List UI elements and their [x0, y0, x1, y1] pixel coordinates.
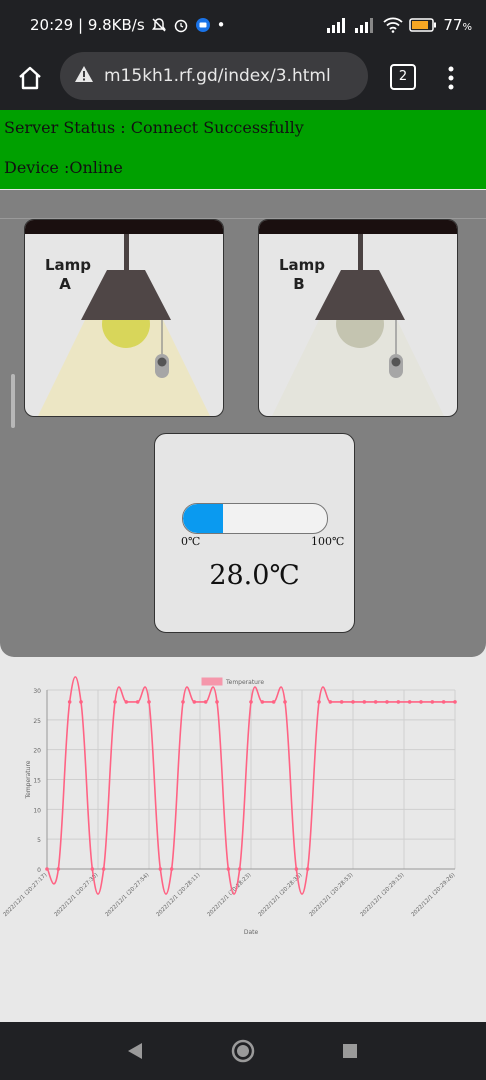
y-tick-label: 10 [33, 807, 41, 814]
data-point [215, 700, 219, 704]
data-point [328, 700, 333, 704]
data-point [430, 700, 435, 704]
x-tick-label: 2022/12/1 (20:27:17) [2, 872, 48, 918]
scrollbar-thumb[interactable] [11, 374, 15, 428]
data-point [385, 700, 389, 704]
data-point [147, 700, 151, 704]
data-point [396, 700, 401, 704]
temperature-value: 28.0℃ [209, 560, 300, 591]
status-time-speed: 20:29 | 9.8KB/s [30, 16, 145, 34]
data-point [271, 700, 276, 704]
temperature-bar-fill [183, 504, 224, 533]
lamp-b-illustration [272, 234, 444, 416]
data-point [169, 867, 174, 871]
data-point [79, 700, 83, 704]
warning-icon [75, 66, 93, 82]
data-point [158, 867, 163, 871]
y-tick-label: 15 [33, 778, 41, 785]
data-point [260, 700, 265, 704]
server-status-text: Server Status : Connect Successfully [4, 118, 304, 137]
data-point [407, 700, 412, 704]
data-point [373, 700, 378, 704]
data-point [441, 700, 446, 704]
data-point [135, 700, 140, 704]
browser-toolbar: m15kh1.rf.gd/index/3.html 2 [0, 52, 486, 110]
x-axis-label: Date [244, 929, 259, 936]
back-icon[interactable] [126, 1041, 144, 1061]
data-point [283, 700, 287, 704]
more-menu-icon[interactable] [447, 64, 455, 92]
system-status-bar: 20:29 | 9.8KB/s • 77% [0, 0, 486, 52]
x-tick-label: 2022/12/1 (20:27:30) [53, 872, 99, 918]
battery-percent: 77 [443, 16, 463, 34]
address-bar[interactable]: m15kh1.rf.gd/index/3.html [60, 52, 368, 100]
data-point [90, 867, 95, 871]
x-tick-label: 2022/12/1 (20:28:53) [308, 872, 354, 918]
data-point [113, 700, 117, 704]
data-point [56, 867, 61, 871]
data-point [192, 700, 197, 704]
temperature-min-label: 0℃ [181, 535, 201, 548]
data-point [339, 700, 344, 704]
y-tick-label: 20 [33, 748, 41, 755]
system-nav-bar [0, 1022, 486, 1080]
messenger-icon [195, 18, 210, 32]
lamp-a-label: Lamp A [45, 256, 92, 293]
data-point [67, 700, 72, 704]
temperature-bar [182, 503, 328, 534]
home-icon[interactable] [16, 64, 44, 92]
data-point [124, 700, 129, 704]
data-point [305, 867, 310, 871]
recents-icon[interactable] [342, 1043, 358, 1059]
temperature-chart: 0 5 10 15 20 25 30 2022/12/1 (20:27:17) 2022/12/… [0, 668, 486, 948]
data-point [226, 867, 231, 871]
home-nav-icon[interactable] [231, 1039, 255, 1063]
x-tick-label: 2022/12/1 (20:27:54) [104, 872, 150, 918]
temperature-card: 0℃ 100℃ 28.0℃ [154, 433, 355, 633]
device-status-text: Device :Online [4, 158, 123, 177]
data-point [453, 700, 457, 704]
data-point [351, 700, 355, 704]
data-point [237, 867, 242, 871]
signal-icon-2 [355, 18, 374, 33]
legend-swatch [201, 677, 223, 686]
signal-icon [327, 18, 346, 33]
data-point [419, 700, 423, 704]
alarm-icon [174, 19, 187, 33]
lamp-a-illustration [38, 234, 210, 416]
y-tick-label: 30 [33, 688, 41, 695]
data-point [181, 700, 185, 704]
tab-switcher-button[interactable]: 2 [390, 64, 416, 90]
battery-icon [409, 18, 437, 32]
legend-label: Temperature [225, 679, 264, 686]
lamp-b-cap [259, 220, 457, 234]
x-tick-label: 2022/12/1 (20:29:26) [410, 872, 456, 918]
y-tick-label: 0 [37, 867, 41, 874]
status-dot: • [216, 16, 226, 34]
lamp-b-label: Lamp B [279, 256, 326, 293]
data-point [249, 700, 253, 704]
temperature-max-label: 100℃ [311, 535, 345, 548]
url-text: m15kh1.rf.gd/index/3.html [104, 66, 331, 86]
x-tick-label: 2022/12/1 (20:28:35) [257, 872, 303, 918]
data-point [294, 867, 299, 871]
lamp-a-card[interactable]: Lamp A [24, 219, 224, 417]
data-point [203, 700, 208, 704]
data-point [362, 700, 367, 704]
lamp-b-card[interactable]: Lamp B [258, 219, 458, 417]
x-tick-label: 2022/12/1 (20:29:15) [359, 872, 405, 918]
wifi-icon [383, 17, 404, 33]
y-axis-label: Temperature [25, 760, 32, 799]
data-point [317, 700, 321, 704]
temperature-chart-svg: 0510152025302022/12/1 (20:27:17) 2022/12/… [2, 676, 457, 936]
data-point [101, 867, 106, 871]
y-tick-label: 25 [33, 718, 41, 725]
device-status-strip: Device :Online [0, 150, 486, 189]
y-tick-label: 5 [37, 837, 41, 844]
battery-percent-unit: % [462, 22, 472, 33]
data-point [45, 867, 49, 871]
bell-off-icon [151, 18, 166, 32]
server-status-strip: Server Status : Connect Successfully [0, 110, 486, 151]
lamp-a-cap [25, 220, 223, 234]
